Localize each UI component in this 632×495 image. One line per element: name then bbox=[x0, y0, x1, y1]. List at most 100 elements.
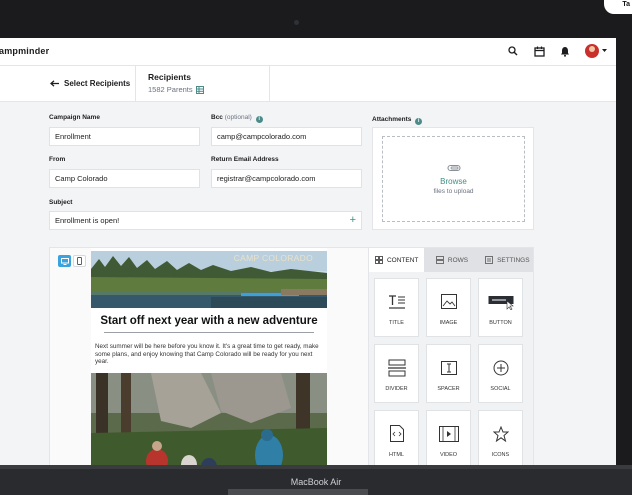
dropzone-border[interactable]: Browse files to upload bbox=[382, 136, 525, 222]
bcc-label: Bcc (optional) i bbox=[211, 114, 263, 123]
campaign-name-field[interactable]: Enrollment bbox=[49, 127, 200, 146]
from-field[interactable]: Camp Colorado bbox=[49, 169, 200, 188]
from-label: From bbox=[49, 156, 66, 163]
search-icon[interactable] bbox=[506, 43, 520, 59]
grid-icon bbox=[375, 256, 383, 264]
return-email-field[interactable]: registrar@campcolorado.com bbox=[211, 169, 362, 188]
block-video[interactable]: VIDEO bbox=[426, 410, 471, 465]
email-preview[interactable]: CAMP COLORADO Start off next year with a… bbox=[91, 248, 327, 465]
button-icon bbox=[488, 295, 514, 310]
laptop-hinge bbox=[0, 465, 632, 469]
video-icon bbox=[438, 425, 459, 442]
background-window-text: Ta bbox=[622, 1, 630, 8]
paperclip-icon bbox=[446, 164, 461, 171]
desktop-view-button[interactable] bbox=[58, 255, 71, 267]
email-body-text[interactable]: Next summer will be here before you know… bbox=[95, 343, 323, 366]
builder-tabs: CONTENT ROWS SETTINGS bbox=[369, 248, 533, 272]
spreadsheet-icon[interactable] bbox=[195, 85, 204, 94]
select-recipients-label: Select Recipients bbox=[64, 79, 131, 88]
arrow-left-icon bbox=[50, 80, 59, 87]
divider bbox=[135, 66, 136, 102]
builder-sidebar: CONTENT ROWS SETTINGS TITLE IMAGE BUTTON… bbox=[368, 248, 533, 465]
attachments-label: Attachments i bbox=[372, 116, 423, 125]
recipients-bar: Select Recipients Recipients 1582 Parent… bbox=[0, 66, 616, 102]
return-email-label: Return Email Address bbox=[211, 156, 279, 163]
block-spacer-label: SPACER bbox=[437, 385, 460, 392]
block-button[interactable]: BUTTON bbox=[478, 278, 523, 337]
content-blocks: TITLE IMAGE BUTTON DIVIDER SPACER SOCIAL… bbox=[374, 278, 523, 465]
bcc-optional-text: (optional) bbox=[224, 114, 252, 121]
app-screen: ampminder Select Recipients Recipients 1… bbox=[0, 38, 616, 465]
block-image[interactable]: IMAGE bbox=[426, 278, 471, 337]
attachments-dropzone[interactable]: Browse files to upload bbox=[372, 127, 534, 230]
star-icon bbox=[492, 425, 509, 442]
top-nav-bar: ampminder bbox=[0, 38, 616, 66]
avatar[interactable] bbox=[585, 44, 599, 58]
browse-link[interactable]: Browse bbox=[440, 177, 467, 186]
chevron-down-icon[interactable] bbox=[602, 49, 607, 53]
email-headline[interactable]: Start off next year with a new adventure bbox=[91, 315, 327, 327]
campers-photo[interactable] bbox=[91, 373, 327, 465]
email-editor: CAMP COLORADO Start off next year with a… bbox=[49, 247, 534, 465]
email-logo: CAMP COLORADO bbox=[233, 253, 313, 263]
block-video-label: VIDEO bbox=[439, 451, 458, 458]
subject-field[interactable]: Enrollment is open! + bbox=[49, 211, 362, 230]
block-title[interactable]: TITLE bbox=[374, 278, 419, 337]
tab-settings[interactable]: SETTINGS bbox=[479, 248, 533, 272]
mobile-icon bbox=[77, 257, 82, 265]
desktop-icon bbox=[60, 257, 69, 265]
info-icon[interactable]: i bbox=[415, 118, 423, 125]
block-html[interactable]: HTML bbox=[374, 410, 419, 465]
mobile-view-button[interactable] bbox=[73, 255, 86, 267]
bell-icon[interactable] bbox=[558, 43, 572, 59]
app-brand: ampminder bbox=[0, 46, 50, 56]
block-button-label: BUTTON bbox=[489, 319, 512, 326]
social-plus-icon bbox=[493, 360, 508, 375]
subject-value: Enrollment is open! bbox=[55, 216, 120, 225]
select-recipients-button[interactable]: Select Recipients bbox=[50, 79, 130, 88]
tab-content[interactable]: CONTENT bbox=[369, 248, 425, 272]
attachments-label-text: Attachments bbox=[372, 116, 412, 123]
add-merge-field-icon[interactable]: + bbox=[350, 212, 356, 229]
device-toggle bbox=[58, 255, 86, 267]
bcc-label-text: Bcc bbox=[211, 114, 223, 121]
laptop-notch bbox=[228, 489, 368, 495]
tab-settings-label: SETTINGS bbox=[497, 256, 530, 264]
editor-canvas: CAMP COLORADO Start off next year with a… bbox=[50, 248, 368, 465]
bcc-field[interactable]: camp@campcolorado.com bbox=[211, 127, 362, 146]
settings-icon bbox=[485, 256, 493, 264]
spacer-icon bbox=[440, 360, 457, 375]
hero-image[interactable]: CAMP COLORADO bbox=[91, 251, 327, 308]
recipients-title: Recipients bbox=[148, 72, 191, 82]
block-social[interactable]: SOCIAL bbox=[478, 344, 523, 403]
recipients-count-row: 1582 Parents bbox=[148, 85, 204, 94]
tab-content-label: CONTENT bbox=[386, 256, 419, 264]
top-nav-icons bbox=[506, 43, 608, 59]
block-image-label: IMAGE bbox=[439, 319, 458, 326]
image-icon bbox=[440, 294, 457, 309]
title-icon bbox=[388, 294, 405, 309]
tab-rows-label: ROWS bbox=[447, 256, 469, 264]
block-icons-label: ICONS bbox=[491, 451, 510, 458]
calendar-icon[interactable] bbox=[532, 43, 546, 59]
email-divider bbox=[104, 332, 314, 333]
block-divider[interactable]: DIVIDER bbox=[374, 344, 419, 403]
block-icons[interactable]: ICONS bbox=[478, 410, 523, 465]
html-icon bbox=[389, 425, 404, 442]
user-menu[interactable] bbox=[584, 43, 608, 59]
block-title-label: TITLE bbox=[389, 319, 404, 326]
recipients-count: 1582 Parents bbox=[148, 85, 193, 94]
divider bbox=[269, 66, 270, 102]
rows-icon bbox=[435, 256, 444, 264]
block-social-label: SOCIAL bbox=[490, 385, 511, 392]
recipients-summary: Recipients 1582 Parents bbox=[148, 72, 204, 94]
background-window-corner: Ta bbox=[604, 0, 632, 14]
block-spacer[interactable]: SPACER bbox=[426, 344, 471, 403]
device-label: MacBook Air bbox=[290, 477, 342, 487]
info-icon[interactable]: i bbox=[255, 116, 263, 123]
upload-hint: files to upload bbox=[433, 187, 474, 195]
campaign-name-label: Campaign Name bbox=[49, 114, 100, 121]
block-html-label: HTML bbox=[389, 451, 404, 458]
block-divider-label: DIVIDER bbox=[385, 385, 408, 392]
tab-rows[interactable]: ROWS bbox=[424, 248, 480, 272]
